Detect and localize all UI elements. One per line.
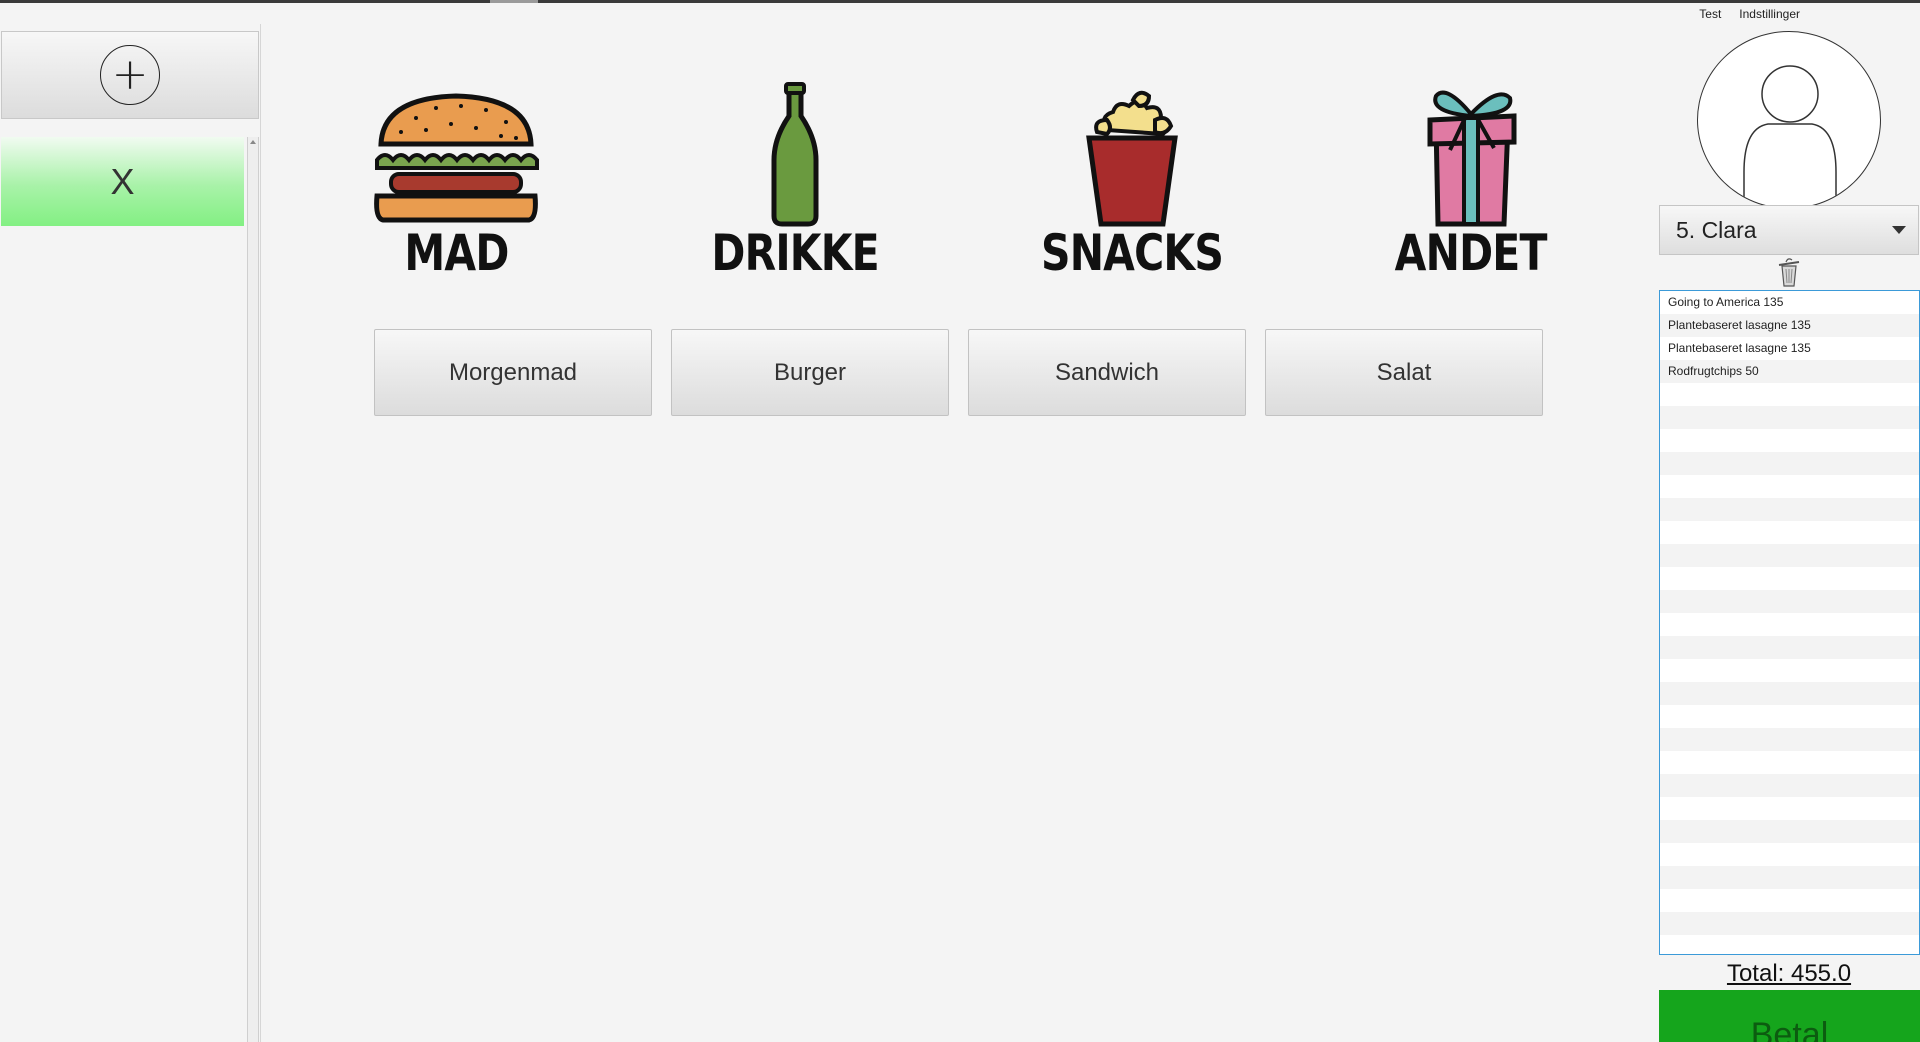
- order-item[interactable]: Plantebaseret lasagne 135: [1660, 337, 1919, 360]
- table-list: X: [0, 135, 260, 1042]
- order-item[interactable]: Going to America 135: [1660, 291, 1919, 314]
- category-label: MAD: [403, 224, 509, 282]
- category-label: DRIKKE: [711, 224, 879, 282]
- order-total: Total: 455.0: [1726, 960, 1852, 987]
- category-label: SNACKS: [1040, 224, 1224, 282]
- table-item-x[interactable]: X: [1, 137, 244, 226]
- user-avatar-icon: [1697, 31, 1881, 209]
- menu-test[interactable]: Test: [1699, 7, 1721, 21]
- category-snacks[interactable]: SNACKS: [1012, 80, 1252, 310]
- subcategory-morgenmad-button[interactable]: Morgenmad: [374, 329, 652, 416]
- chevron-down-icon: [1892, 226, 1906, 234]
- category-mad[interactable]: MAD: [336, 80, 576, 310]
- subcategory-sandwich-button[interactable]: Sandwich: [968, 329, 1246, 416]
- burger-icon: [374, 93, 539, 223]
- popcorn-icon: [1086, 90, 1178, 227]
- pay-button[interactable]: Betal: [1659, 990, 1920, 1042]
- subcategory-burger-button[interactable]: Burger: [671, 329, 949, 416]
- pos-app: Test Indstillinger + X MAD DRIKKE SNACKS…: [0, 0, 1920, 1042]
- bottle-icon: [771, 82, 819, 227]
- customer-select[interactable]: 5. Clara: [1659, 205, 1919, 255]
- pay-button-label: Betal: [1750, 1016, 1829, 1042]
- divider: [260, 24, 261, 1042]
- window-top-border: [0, 0, 1920, 3]
- menubar: Test Indstillinger: [1699, 0, 1800, 26]
- table-list-scrollbar[interactable]: [247, 137, 259, 1042]
- customer-select-value: 5. Clara: [1676, 216, 1757, 243]
- add-table-button[interactable]: +: [1, 31, 259, 119]
- trash-icon[interactable]: [1776, 254, 1802, 288]
- menu-indstillinger[interactable]: Indstillinger: [1739, 7, 1800, 21]
- order-list[interactable]: Going to America 135 Plantebaseret lasag…: [1659, 290, 1920, 955]
- order-item[interactable]: Rodfrugtchips 50: [1660, 360, 1919, 383]
- gift-icon: [1427, 90, 1517, 227]
- order-item[interactable]: Plantebaseret lasagne 135: [1660, 314, 1919, 337]
- subcategory-salat-button[interactable]: Salat: [1265, 329, 1543, 416]
- category-label: ANDET: [1395, 224, 1548, 282]
- plus-circle-icon: +: [100, 45, 160, 105]
- category-andet[interactable]: ANDET: [1351, 80, 1591, 310]
- category-drikke[interactable]: DRIKKE: [675, 80, 915, 310]
